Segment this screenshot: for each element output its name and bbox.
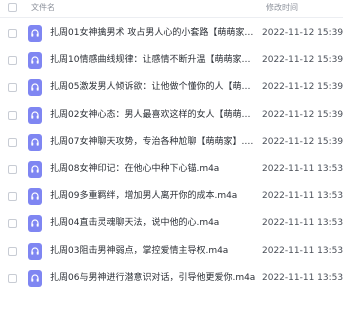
file-modified-time: 2022-11-11 13:53: [262, 272, 343, 283]
file-name[interactable]: 扎周08女神印记：在他心中种下心锚.m4a: [50, 163, 256, 175]
file-name[interactable]: 扎周02女神心态：男人最喜欢这样的女人【萌萌家】.m4a: [50, 109, 256, 121]
file-name[interactable]: 扎周07女神聊天攻势，专治各种尬聊【萌萌家】.m4a: [50, 136, 256, 148]
row-checkbox[interactable]: [8, 29, 17, 38]
file-name[interactable]: 扎周01女神擒男术 攻占男人心的小套路【萌萌家】.m4a: [50, 27, 256, 39]
file-modified-time: 2022-11-11 13:53: [262, 191, 343, 202]
file-list: 文件名 修改时间 扎周01女神擒男术 攻占男人心的小套路【萌萌家】.m4a 202…: [0, 0, 343, 310]
file-name[interactable]: 扎周05激发男人倾诉欲：让他做个懂你的人【萌萌家】.m4a: [50, 81, 256, 93]
file-row[interactable]: 扎周09多重羁绊，增加男人离开你的成本.m4a 2022-11-11 13:53: [0, 184, 343, 209]
audio-file-icon: [28, 106, 42, 124]
file-modified-time: 2022-11-12 15:39: [262, 109, 343, 120]
file-row[interactable]: 扎周05激发男人倾诉欲：让他做个懂你的人【萌萌家】.m4a 2022-11-12 …: [0, 75, 343, 100]
file-modified-time: 2022-11-11 13:53: [262, 164, 343, 174]
row-checkbox[interactable]: [8, 83, 17, 93]
audio-file-icon: [28, 215, 42, 233]
file-row[interactable]: 扎周01女神擒男术 攻占男人心的小套路【萌萌家】.m4a 2022-11-12 1…: [0, 21, 343, 46]
file-name[interactable]: 扎周04直击灵魂聊天法，说中他的心.m4a: [50, 217, 256, 229]
audio-file-icon: [28, 269, 42, 287]
file-modified-time: 2022-11-12 15:39: [262, 82, 343, 93]
file-modified-time: 2022-11-11 13:53: [262, 245, 343, 256]
row-checkbox[interactable]: [8, 246, 17, 256]
file-name[interactable]: 扎周03阻击男神弱点，掌控爱情主导权.m4a: [50, 245, 256, 257]
file-row[interactable]: 扎周04直击灵魂聊天法，说中他的心.m4a 2022-11-11 13:53: [0, 211, 343, 236]
file-name[interactable]: 扎周10情感曲线规律：让感情不断升温【萌萌家】.m4a: [50, 54, 256, 66]
audio-file-icon: [28, 25, 42, 42]
row-checkbox[interactable]: [8, 165, 17, 174]
column-header-modified-time[interactable]: 修改时间: [266, 2, 298, 13]
file-modified-time: 2022-11-11 13:53: [262, 218, 343, 229]
audio-file-icon: [28, 188, 42, 206]
file-modified-time: 2022-11-12 15:39: [262, 136, 343, 147]
audio-file-icon: [28, 242, 42, 260]
audio-file-icon: [28, 52, 42, 70]
audio-file-icon: [28, 161, 42, 178]
audio-file-icon: [28, 79, 42, 97]
file-row[interactable]: 扎周03阻击男神弱点，掌控爱情主导权.m4a 2022-11-11 13:53: [0, 239, 343, 264]
row-checkbox[interactable]: [8, 137, 17, 147]
row-checkbox[interactable]: [8, 56, 17, 66]
row-checkbox[interactable]: [8, 273, 17, 283]
list-header: 文件名 修改时间: [0, 0, 343, 18]
file-row[interactable]: 扎周08女神印记：在他心中种下心锚.m4a 2022-11-11 13:53: [0, 157, 343, 182]
file-modified-time: 2022-11-12 15:39: [262, 28, 343, 38]
file-modified-time: 2022-11-12 15:39: [262, 55, 343, 66]
column-header-name[interactable]: 文件名: [31, 2, 55, 13]
row-checkbox[interactable]: [8, 110, 17, 120]
file-name[interactable]: 扎周09多重羁绊，增加男人离开你的成本.m4a: [50, 190, 256, 202]
file-row[interactable]: 扎周10情感曲线规律：让感情不断升温【萌萌家】.m4a 2022-11-12 15…: [0, 48, 343, 73]
file-row[interactable]: 扎周02女神心态：男人最喜欢这样的女人【萌萌家】.m4a 2022-11-12 1…: [0, 103, 343, 128]
file-row[interactable]: 扎周06与男神进行潜意识对话，引导他更爱你.m4a 2022-11-11 13:5…: [0, 266, 343, 291]
row-checkbox[interactable]: [8, 192, 17, 202]
file-name[interactable]: 扎周06与男神进行潜意识对话，引导他更爱你.m4a: [50, 272, 256, 284]
row-checkbox[interactable]: [8, 219, 17, 229]
file-row[interactable]: 扎周07女神聊天攻势，专治各种尬聊【萌萌家】.m4a 2022-11-12 15:…: [0, 130, 343, 155]
audio-file-icon: [28, 133, 42, 151]
select-all-checkbox[interactable]: [8, 3, 17, 12]
